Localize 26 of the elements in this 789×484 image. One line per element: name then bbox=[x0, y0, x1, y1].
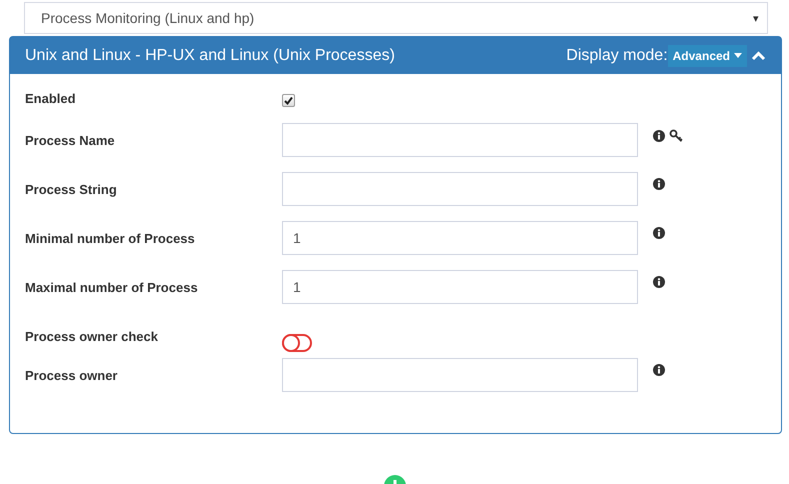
input-field[interactable]: 1 bbox=[282, 221, 638, 255]
field-label: Maximal number of Process bbox=[25, 279, 199, 295]
chevron-icon[interactable] bbox=[751, 50, 766, 60]
info-icon[interactable] bbox=[653, 364, 665, 376]
toggle-switch[interactable] bbox=[282, 334, 312, 352]
field-label: Enabled bbox=[25, 90, 77, 106]
field-label: Process owner bbox=[25, 367, 118, 383]
panel-title: Unix and Linux - HP-UX and Linux (Unix Processes) bbox=[25, 46, 396, 64]
field-label: Minimal number of Process bbox=[25, 230, 196, 246]
select-dropdown[interactable]: Process Monitoring (Linux and hp) ▾ bbox=[24, 2, 768, 34]
input-field[interactable] bbox=[282, 172, 638, 206]
input-field[interactable] bbox=[282, 123, 638, 157]
info-icon[interactable] bbox=[653, 227, 665, 239]
input-field[interactable]: 1 bbox=[282, 270, 638, 304]
checkbox[interactable] bbox=[282, 94, 295, 107]
display-mode-label: Display mode: bbox=[566, 46, 668, 64]
input-field[interactable] bbox=[282, 358, 638, 392]
info-icon[interactable] bbox=[653, 276, 665, 288]
info-icon[interactable] bbox=[653, 130, 665, 142]
field-label: Process Name bbox=[25, 132, 116, 148]
field-label: Process owner check bbox=[25, 328, 159, 344]
field-label: Process String bbox=[25, 181, 118, 197]
caret-icon bbox=[734, 53, 742, 58]
key-icon[interactable] bbox=[669, 129, 683, 142]
info-icon[interactable] bbox=[653, 178, 665, 190]
display-mode-dropdown[interactable]: Advanced bbox=[668, 44, 747, 66]
